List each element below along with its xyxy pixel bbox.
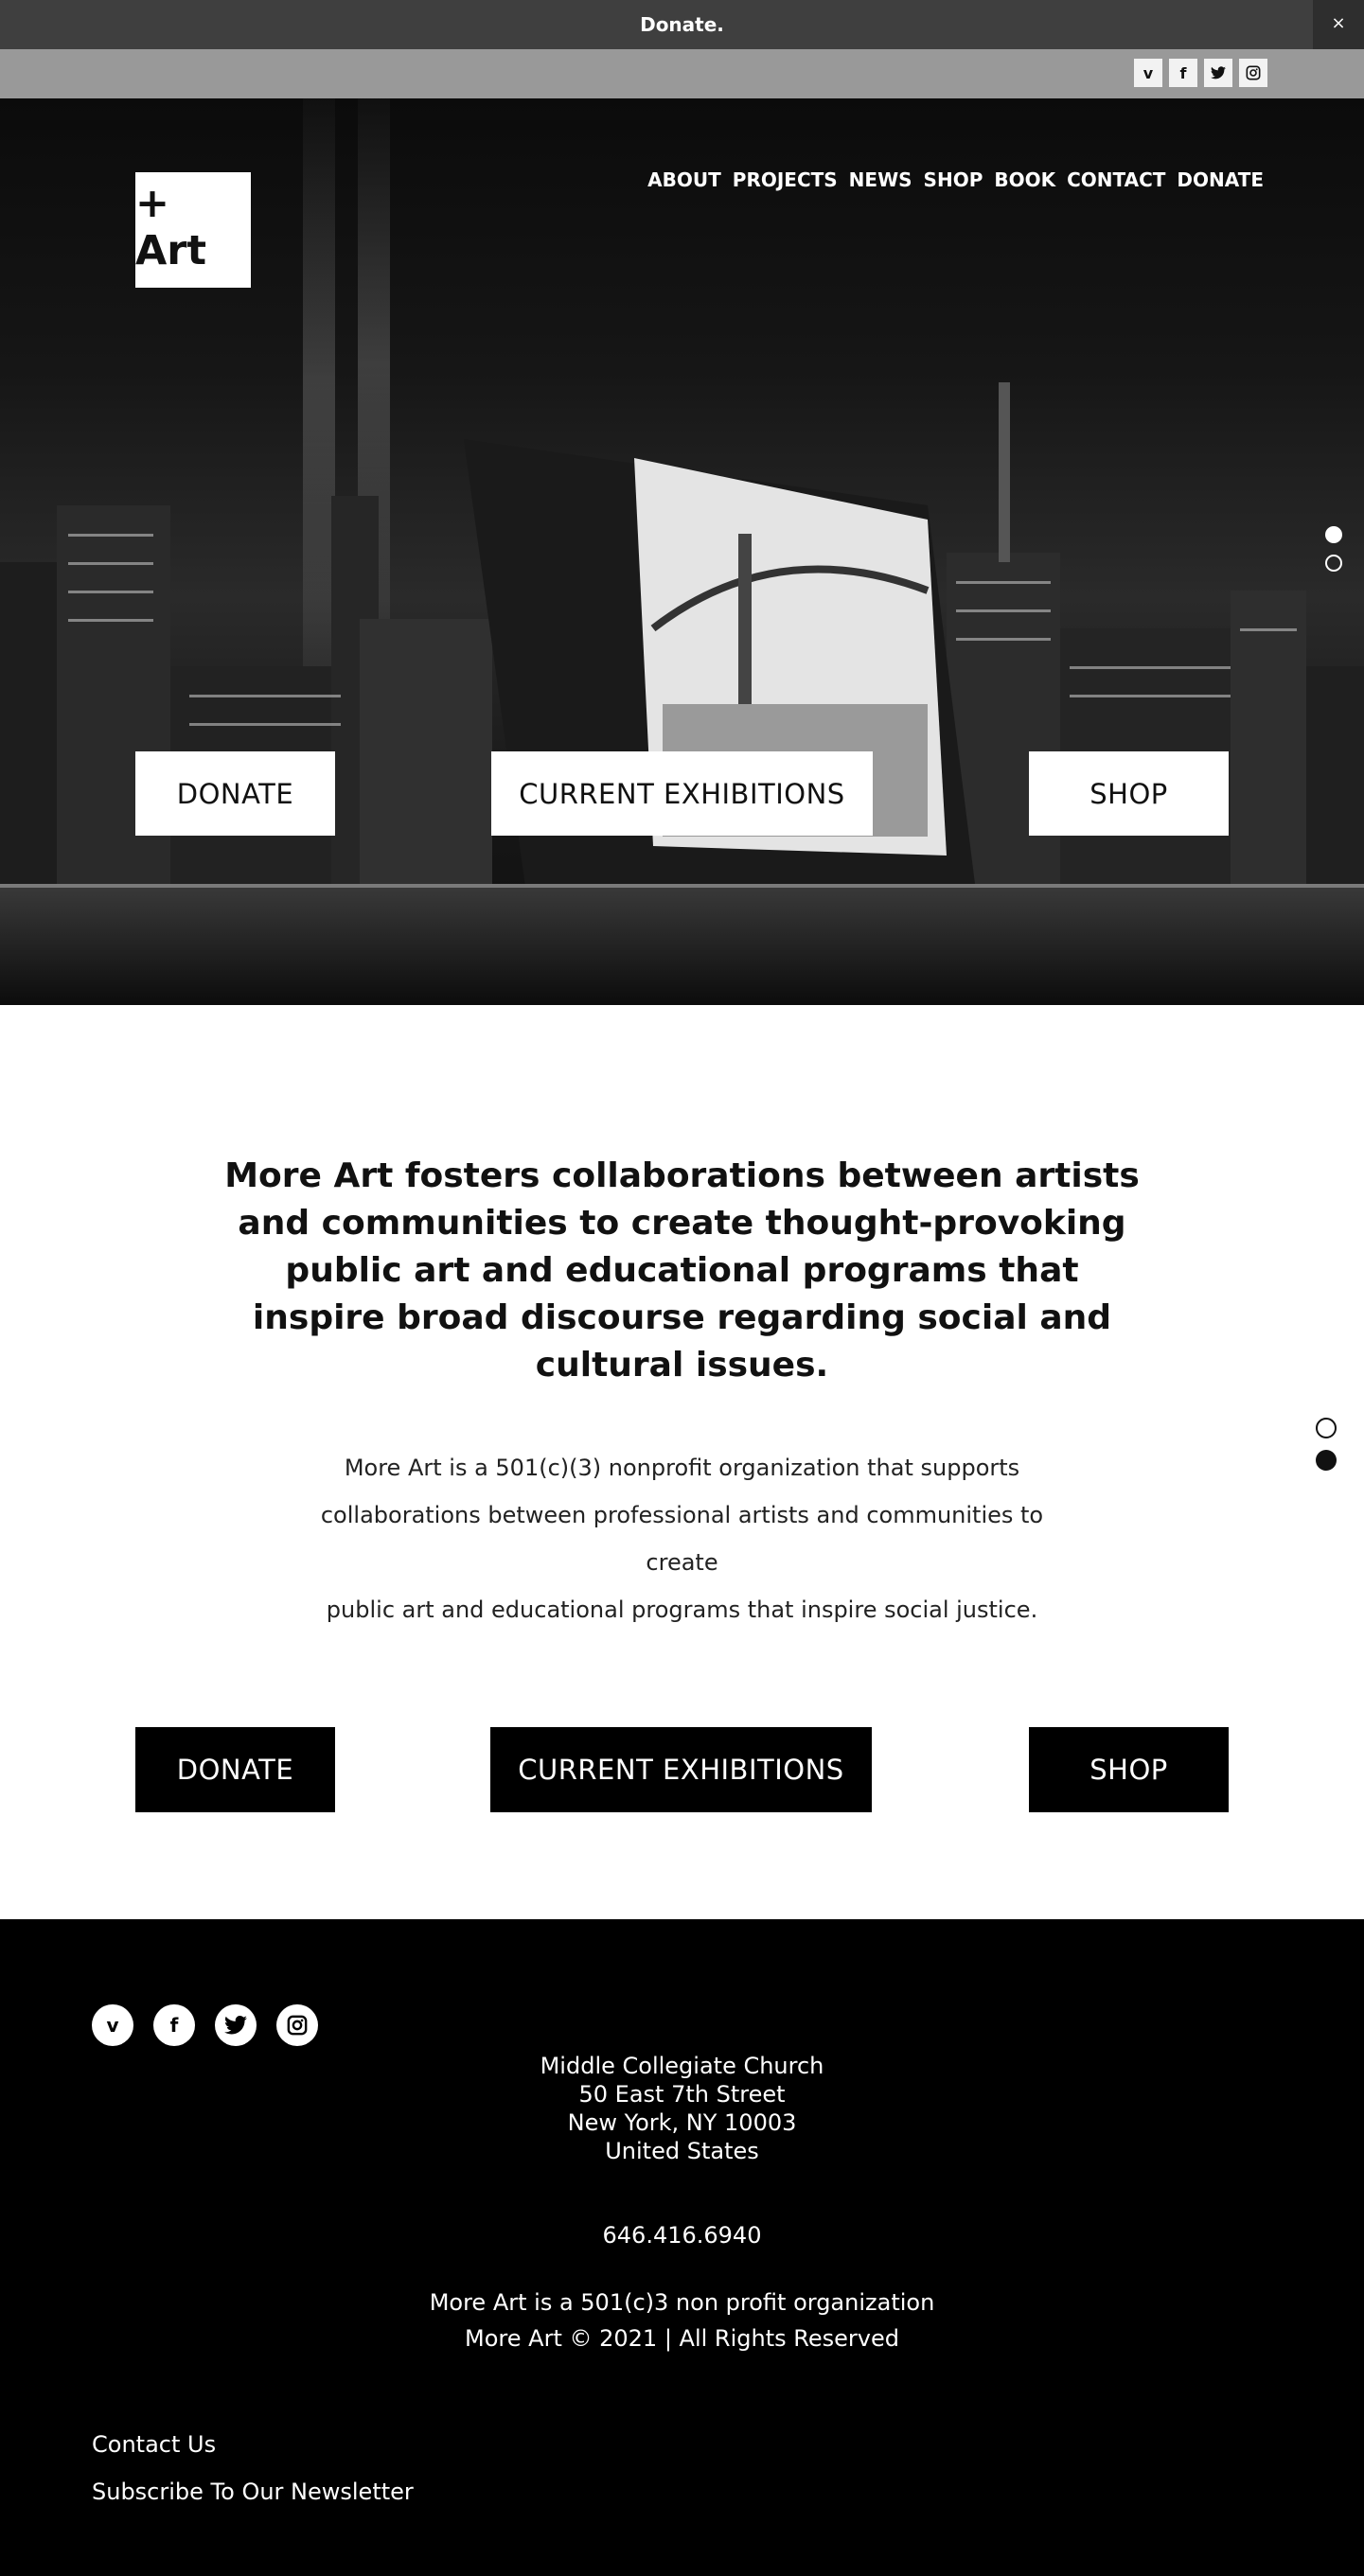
nav-item-contact[interactable]: CONTACT xyxy=(1067,168,1165,191)
facebook-icon[interactable]: f xyxy=(153,2004,195,2046)
footer-links: Contact Us Subscribe To Our Newsletter xyxy=(92,2421,414,2515)
nav-item-news[interactable]: NEWS xyxy=(849,168,912,191)
donate-banner: Donate. × xyxy=(0,0,1364,49)
copyright-notice: More Art © 2021 | All Rights Reserved xyxy=(465,2325,899,2352)
hero-shop-button[interactable]: SHOP xyxy=(1029,751,1229,836)
hero-banner: + Art ABOUT PROJECTS NEWS SHOP BOOK CONT… xyxy=(0,98,1364,1005)
mission-headline: More Art fosters collaborations between … xyxy=(224,1156,1140,1385)
site-logo[interactable]: + Art xyxy=(135,172,251,288)
section-dot-2[interactable] xyxy=(1316,1450,1337,1471)
newsletter-link[interactable]: Subscribe To Our Newsletter xyxy=(92,2468,414,2515)
donate-banner-link[interactable]: Donate. xyxy=(0,13,1364,36)
footer-address: Middle Collegiate Church 50 East 7th Str… xyxy=(0,2052,1364,2165)
facebook-icon[interactable]: f xyxy=(1169,59,1197,87)
vimeo-icon[interactable]: v xyxy=(92,2004,133,2046)
footer-social-icons: v f xyxy=(92,2004,318,2046)
slide-dot-2[interactable] xyxy=(1325,555,1342,572)
hero-donate-button[interactable]: DONATE xyxy=(135,751,335,836)
description-line: collaborations between professional arti… xyxy=(320,1502,1044,1576)
hero-slide-dots xyxy=(1325,526,1342,572)
twitter-icon[interactable] xyxy=(1204,59,1232,87)
footer-legal: More Art is a 501(c)3 non profit organiz… xyxy=(0,2285,1364,2356)
address-line: United States xyxy=(605,2138,759,2164)
instagram-icon[interactable] xyxy=(276,2004,318,2046)
description-line: More Art is a 501(c)(3) nonprofit organi… xyxy=(344,1455,1020,1481)
shop-button[interactable]: SHOP xyxy=(1029,1727,1229,1812)
nav-item-book[interactable]: BOOK xyxy=(994,168,1055,191)
hero-exhibitions-button[interactable]: CURRENT EXHIBITIONS xyxy=(491,751,873,836)
nav-item-donate[interactable]: DONATE xyxy=(1177,168,1264,191)
address-line: 50 East 7th Street xyxy=(578,2081,786,2108)
footer-phone[interactable]: 646.416.6940 xyxy=(0,2222,1364,2249)
nav-item-projects[interactable]: PROJECTS xyxy=(733,168,838,191)
donate-button[interactable]: DONATE xyxy=(135,1727,335,1812)
current-exhibitions-button[interactable]: CURRENT EXHIBITIONS xyxy=(490,1727,872,1812)
close-banner-button[interactable]: × xyxy=(1313,0,1364,49)
main-nav: ABOUT PROJECTS NEWS SHOP BOOK CONTACT DO… xyxy=(647,168,1264,191)
nav-item-shop[interactable]: SHOP xyxy=(924,168,983,191)
nav-item-about[interactable]: ABOUT xyxy=(647,168,721,191)
vimeo-icon[interactable]: v xyxy=(1134,59,1162,87)
address-line: Middle Collegiate Church xyxy=(540,2053,824,2079)
address-line: New York, NY 10003 xyxy=(567,2109,797,2136)
slide-dot-1[interactable] xyxy=(1325,526,1342,543)
section-dot-1[interactable] xyxy=(1316,1418,1337,1438)
contact-us-link[interactable]: Contact Us xyxy=(92,2421,414,2468)
twitter-icon[interactable] xyxy=(215,2004,257,2046)
instagram-icon[interactable] xyxy=(1239,59,1267,87)
social-bar: v f xyxy=(0,49,1364,98)
social-icons: v f xyxy=(1134,59,1267,87)
mission-description: More Art is a 501(c)(3) nonprofit organi… xyxy=(284,1444,1080,1633)
site-footer: v f Middle Collegiate Church 50 East 7th… xyxy=(0,1919,1364,2576)
description-line: public art and educational programs that… xyxy=(326,1597,1038,1623)
nonprofit-notice: More Art is a 501(c)3 non profit organiz… xyxy=(429,2289,935,2316)
section-dots xyxy=(1316,1418,1337,1471)
